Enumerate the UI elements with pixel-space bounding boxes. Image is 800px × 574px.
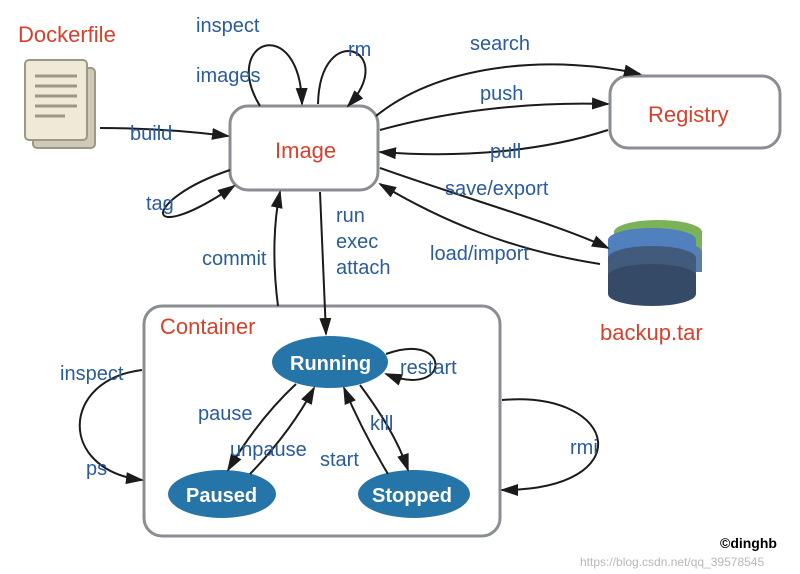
- rm-cmd: rm: [348, 39, 371, 61]
- search-cmd: search: [470, 33, 530, 55]
- commit-cmd: commit: [202, 248, 267, 270]
- image-label: Image: [275, 138, 336, 163]
- kill-cmd: kill: [370, 413, 393, 435]
- inspect-c-cmd: inspect: [60, 363, 124, 385]
- run-cmd: run: [336, 205, 365, 227]
- push-arrow: [380, 104, 608, 130]
- running-label: Running: [290, 353, 371, 375]
- ps-cmd: ps: [86, 458, 107, 480]
- start-cmd: start: [320, 449, 359, 471]
- commit-arrow: [274, 192, 280, 306]
- load-cmd: load/import: [430, 243, 529, 265]
- backup-icon: [608, 220, 702, 306]
- unpause-cmd: unpause: [230, 439, 307, 461]
- container-label: Container: [160, 314, 255, 339]
- restart-cmd: restart: [400, 357, 457, 379]
- dockerfile-icon: [25, 60, 95, 148]
- pause-cmd: pause: [198, 403, 253, 425]
- images-cmd: images: [196, 65, 260, 87]
- rmi-cmd: rmi: [570, 437, 598, 459]
- inspect-img-cmd: inspect: [196, 15, 260, 37]
- backup-label: backup.tar: [600, 320, 703, 345]
- build-cmd: build: [130, 123, 172, 145]
- tag-cmd: tag: [146, 193, 174, 215]
- watermark-text: https://blog.csdn.net/qq_39578545: [580, 555, 764, 569]
- push-cmd: push: [480, 83, 523, 105]
- exec-cmd: exec: [336, 231, 378, 253]
- attach-cmd: attach: [336, 257, 390, 279]
- registry-label: Registry: [648, 102, 729, 127]
- save-cmd: save/export: [445, 178, 549, 200]
- credit-text: ©dinghb: [720, 535, 777, 551]
- stopped-label: Stopped: [372, 485, 452, 507]
- docker-lifecycle-diagram: Dockerfile Image Registry backup.tar Con…: [0, 0, 800, 574]
- dockerfile-title: Dockerfile: [18, 22, 116, 47]
- pull-cmd: pull: [490, 141, 521, 163]
- paused-label: Paused: [186, 485, 257, 507]
